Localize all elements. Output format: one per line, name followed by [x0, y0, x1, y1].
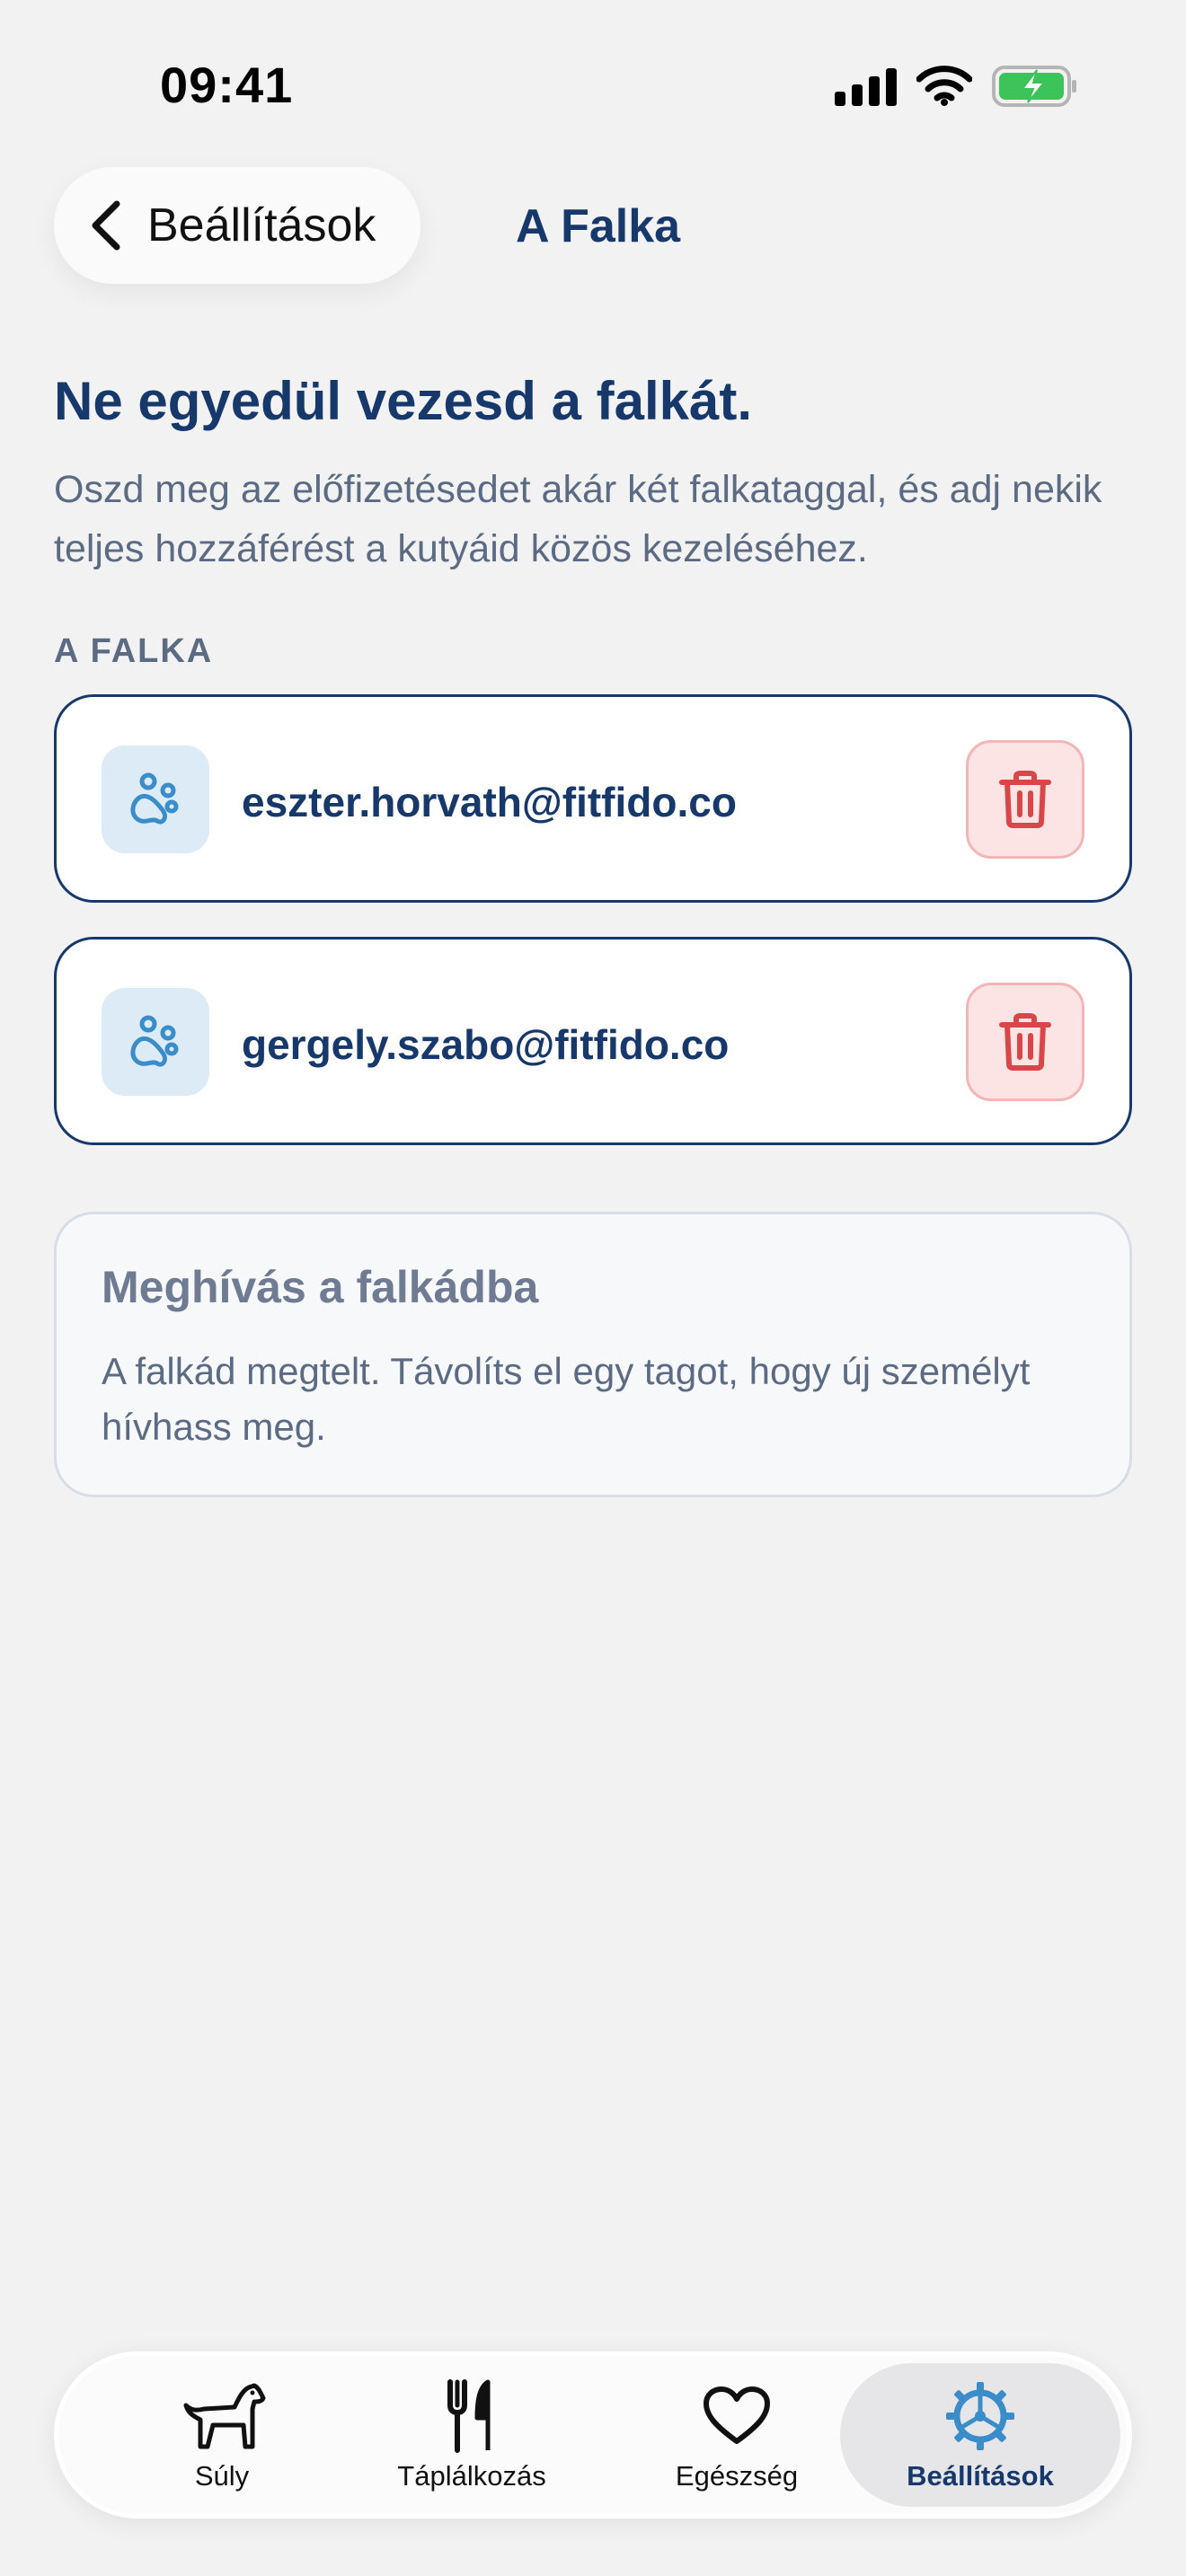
- back-button[interactable]: Beállítások: [54, 167, 420, 284]
- gear-icon: [946, 2382, 1014, 2450]
- tab-label: Beállítások: [907, 2460, 1054, 2492]
- members-section-label: A FALKA: [54, 632, 214, 670]
- paw-icon: [130, 1015, 179, 1067]
- remove-member-button[interactable]: [966, 983, 1084, 1101]
- invite-message: A falkád megtelt. Távolíts el egy tagot,…: [102, 1350, 1031, 1448]
- tab-label: Súly: [194, 2460, 250, 2492]
- member-email: eszter.horvath@fitfido.co: [242, 779, 737, 825]
- tab-weight[interactable]: Súly: [132, 2356, 312, 2514]
- back-button-label: Beállítások: [147, 199, 376, 251]
- member-card: eszter.horvath@fitfido.co: [54, 694, 1132, 903]
- member-card: gergely.szabo@fitfido.co: [54, 937, 1132, 1145]
- trash-icon: [999, 771, 1051, 828]
- chevron-left-icon: [92, 200, 120, 251]
- tab-bar: Súly Táplálkozás Egészség Beállítások: [54, 2351, 1132, 2519]
- member-avatar: [102, 988, 209, 1096]
- tab-settings[interactable]: Beállítások: [840, 2363, 1120, 2507]
- status-icons: [835, 65, 1078, 108]
- cellular-signal-icon: [835, 66, 897, 106]
- heart-icon: [704, 2386, 770, 2444]
- tab-label: Egészség: [675, 2460, 799, 2492]
- battery-charging-icon: [992, 66, 1076, 107]
- member-avatar: [102, 745, 209, 853]
- member-email: gergely.szabo@fitfido.co: [242, 1021, 730, 1068]
- tab-nutrition[interactable]: Táplálkozás: [364, 2356, 580, 2514]
- tab-health[interactable]: Egészség: [629, 2356, 845, 2514]
- invite-title: Meghívás a falkádba: [102, 1262, 539, 1312]
- section-description: Oszd meg az előfizetésedet akár két falk…: [54, 468, 1102, 570]
- remove-member-button[interactable]: [966, 740, 1084, 859]
- dog-icon: [183, 2383, 266, 2449]
- section-heading: Ne egyedül vezesd a falkát.: [54, 371, 753, 431]
- invite-card: Meghívás a falkádba A falkád megtelt. Tá…: [54, 1212, 1132, 1497]
- page-title: A Falka: [516, 200, 681, 252]
- paw-icon: [130, 772, 179, 825]
- wifi-icon: [916, 66, 972, 106]
- trash-icon: [999, 1013, 1051, 1071]
- tab-label: Táplálkozás: [397, 2460, 546, 2492]
- fork-knife-icon: [447, 2379, 491, 2453]
- status-time: 09:41: [160, 57, 294, 113]
